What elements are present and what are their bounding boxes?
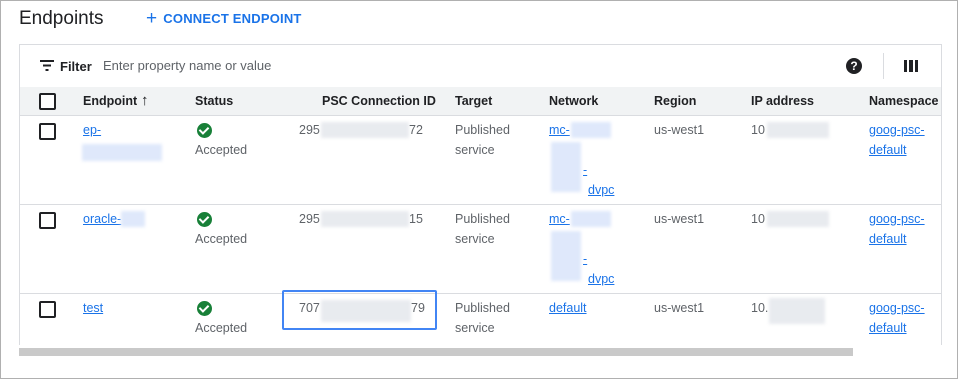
namespace-link[interactable]: default: [869, 318, 907, 338]
target-text: service: [455, 321, 495, 335]
column-header-network[interactable]: Network: [549, 94, 598, 108]
row-checkbox[interactable]: [39, 301, 56, 318]
ip-text: 10.: [751, 301, 769, 315]
network-link[interactable]: dvpc: [588, 269, 614, 289]
namespace-link[interactable]: default: [869, 229, 907, 249]
connect-endpoint-button[interactable]: + CONNECT ENDPOINT: [146, 8, 302, 29]
table-row: test Accepted 707 79 Published service d…: [20, 290, 941, 345]
column-header-region[interactable]: Region: [654, 94, 696, 108]
psc-id-start: 295: [299, 123, 320, 137]
column-display-icon[interactable]: [904, 60, 918, 72]
status-check-icon: [197, 301, 212, 316]
select-all-checkbox[interactable]: [39, 93, 56, 110]
redacted-psc-id: [321, 300, 411, 322]
help-icon[interactable]: ?: [846, 58, 862, 74]
network-link[interactable]: mc-: [549, 120, 570, 140]
namespace-link[interactable]: goog-psc-: [869, 120, 925, 140]
network-link[interactable]: default: [549, 298, 587, 318]
redacted-network: [571, 211, 611, 227]
region-text: us-west1: [654, 301, 705, 315]
status-check-icon: [197, 212, 212, 227]
filter-icon[interactable]: [40, 60, 54, 71]
redacted-endpoint-name: [121, 211, 145, 227]
namespace-link[interactable]: default: [869, 140, 907, 160]
filter-bar: Filter ?: [20, 45, 941, 88]
endpoints-table-container: Filter ? Endpoint ↑ Status PSC Connectio…: [19, 44, 942, 345]
endpoint-link[interactable]: oracle-: [83, 209, 121, 229]
ip-text: 10: [751, 123, 765, 137]
redacted-psc-id: [321, 122, 409, 138]
target-text: Published: [455, 123, 510, 137]
target-text: Published: [455, 301, 510, 315]
namespace-link[interactable]: goog-psc-: [869, 209, 925, 229]
table-header: Endpoint ↑ Status PSC Connection ID Targ…: [20, 87, 941, 116]
network-link[interactable]: -: [583, 249, 587, 269]
psc-id-start: 295: [299, 212, 320, 226]
network-link[interactable]: -: [583, 160, 587, 180]
table-row: ep- Accepted 295 72 Published service mc…: [20, 116, 941, 205]
psc-id-start: 707: [299, 301, 320, 315]
redacted-ip: [767, 122, 829, 138]
psc-id-end: 79: [411, 301, 425, 315]
toolbar-divider: [883, 53, 884, 79]
connect-endpoint-label: CONNECT ENDPOINT: [163, 11, 302, 26]
ip-text: 10: [751, 212, 765, 226]
target-text: Published: [455, 212, 510, 226]
redacted-endpoint-name: [82, 144, 162, 161]
redacted-psc-id: [321, 211, 409, 227]
status-check-icon: [197, 123, 212, 138]
status-text: Accepted: [195, 143, 248, 157]
redacted-ip: [769, 298, 825, 324]
redacted-network: [551, 231, 581, 281]
sort-ascending-icon[interactable]: ↑: [141, 93, 149, 108]
column-header-ip-address[interactable]: IP address: [751, 94, 814, 108]
network-link[interactable]: dvpc: [588, 180, 614, 200]
redacted-ip: [767, 211, 829, 227]
redacted-network: [571, 122, 611, 138]
namespace-link[interactable]: goog-psc-: [869, 298, 925, 318]
psc-id-end: 72: [409, 123, 423, 137]
row-checkbox[interactable]: [39, 123, 56, 140]
column-header-psc-connection-id[interactable]: PSC Connection ID: [322, 94, 436, 108]
status-text: Accepted: [195, 321, 248, 335]
endpoint-link[interactable]: test: [83, 298, 103, 318]
status-text: Accepted: [195, 232, 248, 246]
column-header-namespace[interactable]: Namespace: [869, 94, 939, 108]
page-title: Endpoints: [19, 8, 104, 29]
filter-input[interactable]: [103, 54, 603, 76]
target-text: service: [455, 232, 495, 246]
redacted-network: [551, 142, 581, 192]
network-link[interactable]: mc-: [549, 209, 570, 229]
psc-id-end: 15: [409, 212, 423, 226]
plus-icon: +: [146, 8, 158, 29]
column-header-endpoint[interactable]: Endpoint: [83, 94, 137, 108]
filter-label: Filter: [60, 59, 92, 74]
column-header-status[interactable]: Status: [195, 94, 233, 108]
column-header-target[interactable]: Target: [455, 94, 492, 108]
table-row: oracle- Accepted 295 15 Published servic…: [20, 205, 941, 294]
endpoint-link[interactable]: ep-: [83, 120, 101, 140]
target-text: service: [455, 143, 495, 157]
region-text: us-west1: [654, 123, 705, 137]
region-text: us-west1: [654, 212, 705, 226]
horizontal-scrollbar[interactable]: [19, 348, 853, 356]
row-checkbox[interactable]: [39, 212, 56, 229]
